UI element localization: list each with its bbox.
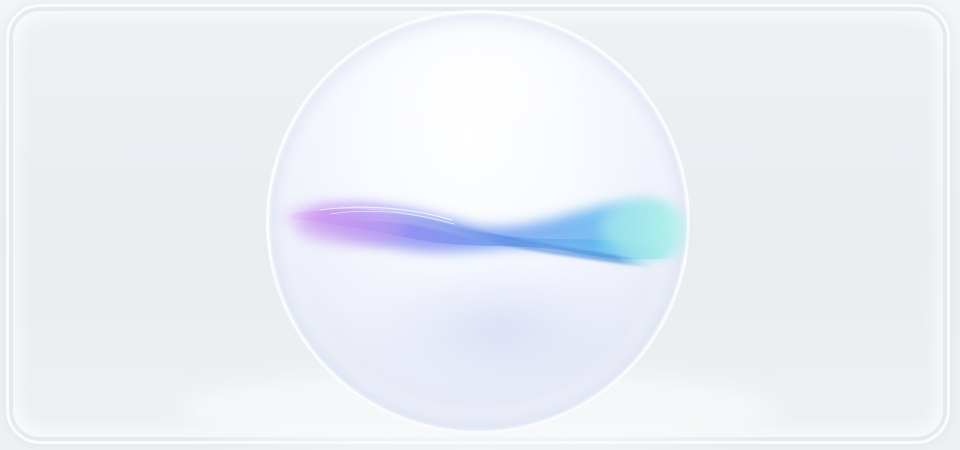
glass-sphere-graphic — [178, 10, 778, 450]
hero-canvas — [0, 0, 960, 450]
